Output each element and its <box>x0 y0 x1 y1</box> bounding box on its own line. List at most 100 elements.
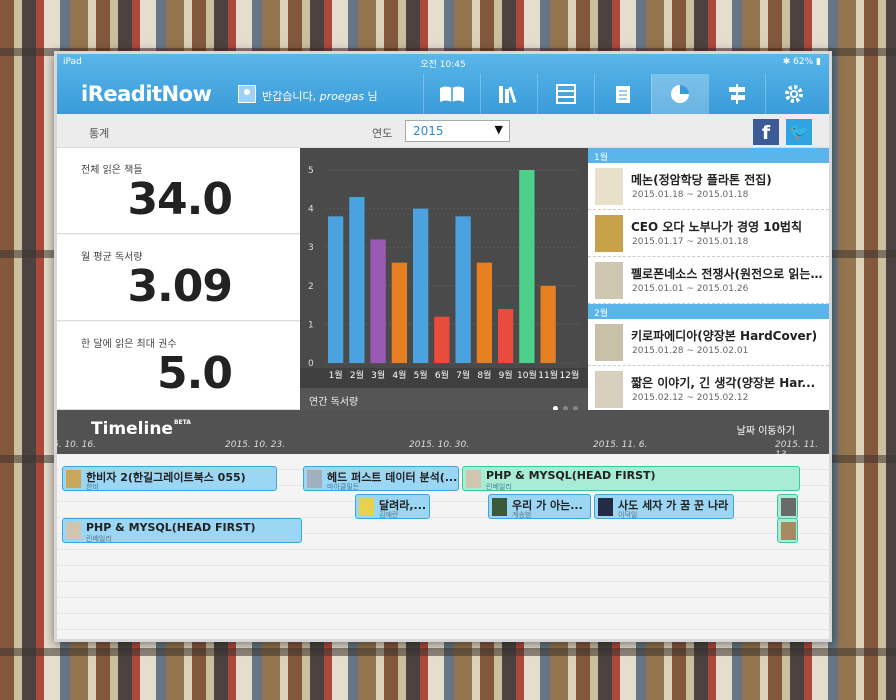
tablet-screen: iPad 오전 10:45 ✱ 62% ▮ iReaditNow 반갑습니다, … <box>54 51 832 642</box>
book-dates: 2015.01.18 ~ 2015.01.18 <box>632 190 749 200</box>
timeline-book-bar[interactable]: PHP & MYSQL(HEAD FIRST) 린베일리 <box>62 518 302 543</box>
x-tick-label: 10월 <box>517 369 537 381</box>
notes-icon[interactable] <box>594 74 651 114</box>
book-title: 메논(정암학당 플라톤 전집) <box>631 173 772 187</box>
book-dates: 2015.02.12 ~ 2015.02.12 <box>632 393 749 403</box>
x-tick-label: 7월 <box>456 369 470 381</box>
chart-bar[interactable] <box>540 285 556 363</box>
signpost-icon[interactable] <box>708 74 765 114</box>
app-header: iPad 오전 10:45 ✱ 62% ▮ iReaditNow 반갑습니다, … <box>57 54 829 114</box>
timeline-date: 2015. 10. 30. <box>409 440 470 450</box>
book-thumbnail <box>598 498 613 516</box>
chart-title: 연간 독서량 <box>309 397 359 408</box>
page-title: 통계 <box>89 127 110 140</box>
book-title: CEO 오다 노부나가 경영 10법칙 <box>631 220 803 234</box>
book-item[interactable]: 펠로폰네소스 전쟁사(원전으로 읽는... 2015.01.01 ~ 2015.0… <box>588 257 829 304</box>
month-header: 1월 <box>588 148 829 163</box>
timeline-body[interactable]: 한비자 2(한길그레이트북스 055) 한비 헤드 퍼스트 데이터 분석(... 마이… <box>57 454 829 639</box>
books-icon[interactable] <box>423 74 480 114</box>
chart-bar[interactable] <box>370 239 386 363</box>
book-thumbnail <box>359 498 374 516</box>
book-dates: 2015.01.28 ~ 2015.02.01 <box>632 346 749 356</box>
chart-bar[interactable] <box>497 308 514 363</box>
year-label: 연도 <box>372 127 393 140</box>
timeline-book-title: PHP & MYSQL(HEAD FIRST) <box>86 521 256 534</box>
y-tick-label: 1 <box>308 320 314 330</box>
timeline-book-bar[interactable]: 헤드 퍼스트 데이터 분석(... 마이클밀든 <box>303 466 459 491</box>
facebook-share-button[interactable]: f <box>753 119 779 145</box>
book-thumbnail <box>307 470 322 488</box>
book-thumbnail <box>492 498 507 516</box>
battery-level: ✱ 62% ▮ <box>782 57 821 67</box>
twitter-share-button[interactable]: 🐦 <box>786 119 812 145</box>
archive-icon[interactable] <box>537 74 594 114</box>
book-cover <box>595 262 623 299</box>
app-logo[interactable]: iReaditNow <box>81 82 212 106</box>
chart-bar[interactable] <box>349 197 365 363</box>
book-title: 짧은 이야기, 긴 생각(양장본 Har... <box>631 376 816 390</box>
timeline-book-bar[interactable] <box>777 494 798 519</box>
book-thumbnail <box>781 498 796 516</box>
toolbar: 통계 연도 2015 ▼ f 🐦 <box>57 114 829 148</box>
x-tick-label: 1월 <box>329 369 343 381</box>
settings-icon[interactable] <box>765 74 822 114</box>
chart-footer: 연간 독서량 <box>300 388 588 411</box>
avatar[interactable] <box>238 85 256 103</box>
book-thumbnail <box>781 522 796 540</box>
status-time: 오전 10:45 <box>420 60 466 70</box>
book-item[interactable]: 메논(정암학당 플라톤 전집) 2015.01.18 ~ 2015.01.18 <box>588 163 829 210</box>
greeting: 반갑습니다, proegas 님 <box>262 90 378 103</box>
chart-bar[interactable] <box>412 208 429 363</box>
chevron-down-icon: ▼ <box>494 123 503 136</box>
x-tick-label: 12월 <box>560 369 580 381</box>
chart-bar[interactable] <box>391 262 408 363</box>
stats-icon[interactable] <box>651 74 708 114</box>
book-item[interactable]: CEO 오다 노부나가 경영 10법칙 2015.01.17 ~ 2015.01.… <box>588 210 829 257</box>
username: proegas <box>319 90 365 103</box>
y-tick-label: 2 <box>308 282 314 292</box>
timeline-book-bar[interactable]: 달려라,... 김애란 <box>355 494 430 519</box>
timeline-book-author: 한비 <box>86 483 99 491</box>
date-jump-button[interactable]: 날짜 이동하기 <box>737 422 795 437</box>
x-tick-label: 4월 <box>392 369 406 381</box>
chart-bar[interactable] <box>455 216 471 363</box>
book-item[interactable]: 짧은 이야기, 긴 생각(양장본 Har... 2015.02.12 ~ 2015… <box>588 366 829 410</box>
book-item[interactable]: 키로파에디아(양장본 HardCover) 2015.01.28 ~ 2015.0… <box>588 319 829 366</box>
book-thumbnail <box>66 470 81 488</box>
chart-bar[interactable] <box>434 316 450 363</box>
timeline-book-bar[interactable] <box>777 518 798 543</box>
reading-list[interactable]: 1월메논(정암학당 플라톤 전집) 2015.01.18 ~ 2015.01.18… <box>588 148 829 410</box>
stat-monthly-average: 월 평균 독서량 3.09 <box>57 235 300 321</box>
library-icon[interactable] <box>480 74 537 114</box>
y-tick-label: 3 <box>308 243 314 253</box>
y-tick-label: 5 <box>308 166 314 176</box>
timeline-date: 2015. 10. 23. <box>225 440 286 450</box>
timeline-book-bar[interactable]: 한비자 2(한길그레이트북스 055) 한비 <box>62 466 277 491</box>
timeline-book-author: 김애란 <box>379 511 399 519</box>
timeline-book-author: 계승범 <box>512 511 532 519</box>
chart-bar[interactable] <box>519 170 535 363</box>
book-cover <box>595 168 623 205</box>
book-dates: 2015.01.01 ~ 2015.01.26 <box>632 284 749 294</box>
book-cover <box>595 371 623 408</box>
timeline-date: 5. 10. 16. <box>54 440 96 450</box>
x-tick-label: 9월 <box>499 369 513 381</box>
timeline-book-bar[interactable]: 우리 가 아는... 계승범 <box>488 494 591 519</box>
book-cover <box>595 324 623 361</box>
book-thumbnail <box>66 522 81 540</box>
x-tick-label: 2월 <box>350 369 364 381</box>
timeline-title: TimelineBETA <box>91 419 191 439</box>
book-title: 키로파에디아(양장본 HardCover) <box>631 329 818 343</box>
timeline-book-bar[interactable]: PHP & MYSQL(HEAD FIRST) 린베일리 <box>462 466 800 491</box>
timeline-book-bar[interactable]: 사도 세자 가 꿈 꾼 나라 이덕일 <box>594 494 734 519</box>
chart-bar[interactable] <box>327 216 344 363</box>
book-thumbnail <box>466 470 481 488</box>
yearly-reading-chart[interactable]: 0 1 2 3 4 5 1월 2월 3월 4월 5월 6월 7월 8월 9월 10월 11월 12월 연간 독서량 <box>300 148 588 411</box>
x-tick-label: 11월 <box>538 369 558 381</box>
timeline-date: 2015. 11. 6. <box>593 440 648 450</box>
month-header: 2월 <box>588 304 829 319</box>
year-select[interactable]: 2015 ▼ <box>405 120 510 142</box>
timeline-book-author: 마이클밀든 <box>327 483 360 491</box>
chart-bar[interactable] <box>476 262 493 363</box>
timeline-book-author: 린베일리 <box>86 535 112 543</box>
